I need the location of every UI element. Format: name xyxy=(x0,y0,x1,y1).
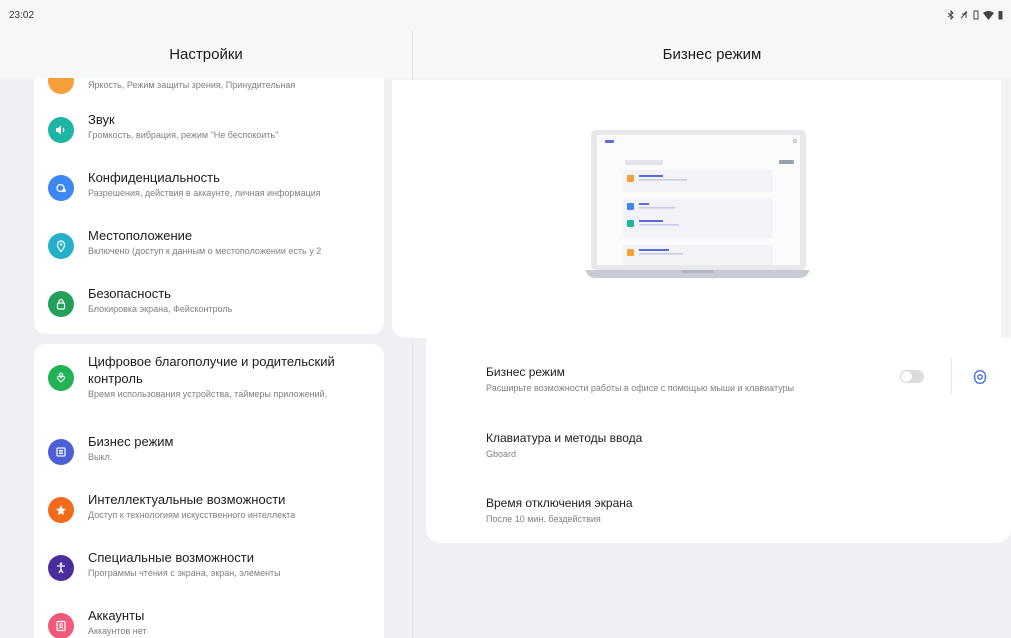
vibrate-icon xyxy=(973,10,979,20)
mute-icon xyxy=(960,10,968,19)
business-mode-illustration-card xyxy=(392,80,1011,338)
sidebar-item-sub: Разрешения, действия в аккаунте, личная … xyxy=(88,188,321,198)
accessibility-icon xyxy=(48,555,74,581)
wellbeing-icon xyxy=(48,365,74,391)
screen-timeout-title: Время отключения экрана xyxy=(486,496,633,510)
left-pane-title: Настройки xyxy=(0,30,412,78)
sidebar-item-title: Местоположение xyxy=(88,228,193,243)
sidebar-item-title: Цифровое благополучие и родительский кон… xyxy=(88,354,335,386)
sidebar-item-wellbeing[interactable]: Цифровое благополучие и родительский кон… xyxy=(34,344,384,424)
toggle-knob xyxy=(901,371,912,382)
business-mode-settings-card: Бизнес режим Расширьте возможности работ… xyxy=(426,338,1011,543)
settings-list[interactable]: Яркость, Режим защиты зрения, Принудител… xyxy=(34,78,384,638)
toggle-divider xyxy=(951,358,952,394)
battery-icon xyxy=(998,11,1003,20)
sidebar-item-title: Интеллектуальные возможности xyxy=(88,492,286,507)
business-icon xyxy=(48,439,74,465)
sidebar-item-sub: Выкл. xyxy=(88,452,113,462)
sidebar-item-title: Аккаунты xyxy=(88,608,145,623)
settings-card-system: Яркость, Режим защиты зрения, Принудител… xyxy=(34,78,384,334)
screen-timeout-sub: После 10 мин. бездействия xyxy=(486,514,601,524)
sidebar-item-sub: Блокировка экрана, Фейсконтроль xyxy=(88,304,233,314)
settings-card-features: Цифровое благополучие и родительский кон… xyxy=(34,344,384,638)
sidebar-item-sub: Яркость, Режим защиты зрения, Принудител… xyxy=(88,80,296,90)
account-icon xyxy=(48,613,74,638)
sidebar-item-accounts[interactable]: Аккаунты Аккаунтов нет xyxy=(34,598,384,638)
sidebar-item-sub: Время использования устройства, таймеры … xyxy=(88,389,328,399)
sidebar-item-title: Конфиденциальность xyxy=(88,170,220,185)
sidebar-item-intelligence[interactable]: Интеллектуальные возможности Доступ к те… xyxy=(34,482,384,540)
screen-timeout-row[interactable]: Время отключения экрана После 10 мин. бе… xyxy=(486,495,633,526)
speaker-icon xyxy=(48,117,74,143)
sidebar-item-location[interactable]: Местоположение Включено (доступ к данным… xyxy=(34,218,384,276)
sidebar-item-accessibility[interactable]: Специальные возможности Программы чтения… xyxy=(34,540,384,598)
sidebar-item-display[interactable]: Яркость, Режим защиты зрения, Принудител… xyxy=(34,78,384,102)
sidebar-item-sub: Аккаунтов нет xyxy=(88,626,147,636)
sidebar-item-sound[interactable]: Звук Громкость, вибрация, режим "Не бесп… xyxy=(34,102,384,160)
sidebar-item-sub: Включено (доступ к данным о местоположен… xyxy=(88,246,322,256)
keyboard-title: Клавиатура и методы ввода xyxy=(486,431,643,445)
sidebar-item-title: Бизнес режим xyxy=(88,434,174,449)
business-mode-toggle[interactable] xyxy=(900,370,924,383)
star-icon xyxy=(48,497,74,523)
settings-list-pane: Настройки Яркость, Режим защиты зрения, … xyxy=(0,30,412,638)
keyboard-sub: Gboard xyxy=(486,449,517,459)
keyboard-input-row[interactable]: Клавиатура и методы ввода Gboard xyxy=(486,430,642,461)
laptop-illustration xyxy=(585,130,810,278)
status-icons xyxy=(947,10,1003,20)
location-icon xyxy=(48,233,74,259)
sidebar-item-title: Звук xyxy=(88,112,115,127)
status-time: 23:02 xyxy=(9,9,35,21)
bluetooth-icon xyxy=(947,10,954,20)
sun-icon xyxy=(48,78,74,94)
status-bar: 23:02 xyxy=(0,0,1011,30)
sidebar-item-sub: Доступ к технологиям искусственного инте… xyxy=(88,510,296,520)
wifi-icon xyxy=(983,10,994,20)
sidebar-item-sub: Громкость, вибрация, режим "Не беспокоит… xyxy=(88,130,279,140)
sidebar-item-sub: Программы чтения с экрана, экран, элемен… xyxy=(88,568,281,578)
business-mode-row[interactable]: Бизнес режим Расширьте возможности работ… xyxy=(486,364,794,395)
privacy-icon xyxy=(48,175,74,201)
gear-icon[interactable] xyxy=(971,368,989,386)
sidebar-item-security[interactable]: Безопасность Блокировка экрана, Фейсконт… xyxy=(34,276,384,334)
sidebar-item-title: Специальные возможности xyxy=(88,550,254,565)
lock-icon xyxy=(48,291,74,317)
right-pane-title: Бизнес режим xyxy=(413,30,1011,78)
business-mode-title: Бизнес режим xyxy=(486,365,565,379)
sidebar-item-privacy[interactable]: Конфиденциальность Разрешения, действия … xyxy=(34,160,384,218)
business-mode-sub: Расширьте возможности работы в офисе с п… xyxy=(486,383,795,393)
sidebar-item-business-mode[interactable]: Бизнес режим Выкл. xyxy=(34,424,384,482)
sidebar-item-title: Безопасность xyxy=(88,286,171,301)
